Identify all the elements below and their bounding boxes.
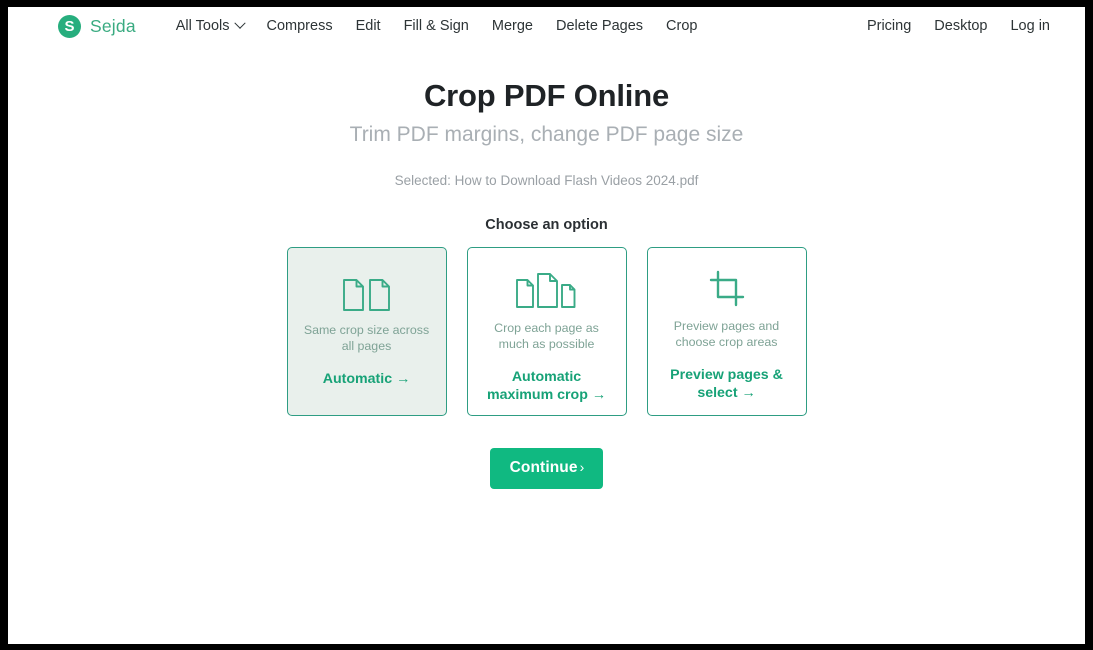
nav-item-edit-label: Edit <box>355 18 381 34</box>
option-card-preview-action-label: Preview pages & select <box>670 367 783 402</box>
nav-item-fill-and-sign-label: Fill & Sign <box>403 18 469 34</box>
option-card-automatic-maximum-crop[interactable]: Crop each page as much as possible Autom… <box>466 247 627 416</box>
nav-item-pricing[interactable]: Pricing <box>867 18 911 34</box>
nav-item-merge[interactable]: Merge <box>492 18 533 34</box>
nav-item-fill-and-sign[interactable]: Fill & Sign <box>404 18 469 34</box>
nav-item-all-tools-label: All Tools <box>175 18 230 34</box>
option-card-automatic-action-label: Automatic <box>322 371 393 387</box>
choose-option-heading: Choose an option <box>485 217 608 233</box>
nav-item-desktop[interactable]: Desktop <box>934 18 987 34</box>
nav-item-compress[interactable]: Compress <box>267 18 333 34</box>
arrow-right-icon: → <box>396 371 411 387</box>
nav-item-crop-label: Crop <box>666 18 698 34</box>
nav-item-merge-label: Merge <box>491 18 533 34</box>
sejda-logo[interactable]: S Sejda <box>58 14 136 38</box>
option-card-automatic-action: Automatic → <box>323 370 411 388</box>
browser-frame: S Sejda All Tools Compress Edit Fill & S… <box>0 0 1093 650</box>
nav-item-compress-label: Compress <box>266 18 333 34</box>
page-title: Crop PDF Online <box>423 78 669 113</box>
nav-item-crop[interactable]: Crop <box>666 18 697 34</box>
two-equal-documents-icon <box>341 270 393 312</box>
option-card-maximum-crop-action: Automatic maximum crop → <box>480 368 614 404</box>
arrow-right-icon: → <box>591 387 607 404</box>
nav-item-edit[interactable]: Edit <box>356 18 381 34</box>
sejda-logo-icon: S <box>58 14 81 38</box>
continue-section: Continue › <box>8 448 1085 489</box>
nav-item-pricing-label: Pricing <box>866 18 912 34</box>
three-varied-documents-icon <box>514 270 580 310</box>
option-card-maximum-crop-description: Crop each page as much as possible <box>494 321 599 351</box>
primary-nav: All Tools Compress Edit Fill & Sign Merg… <box>175 17 697 34</box>
chevron-right-icon: › <box>579 459 585 475</box>
nav-item-delete-pages-label: Delete Pages <box>555 18 644 34</box>
nav-item-delete-pages[interactable]: Delete Pages <box>556 18 643 34</box>
nav-item-login-label: Log in <box>1010 18 1050 34</box>
selected-file-label: Selected: How to Download Flash Videos 2… <box>394 173 699 188</box>
option-card-preview-action: Preview pages & select → <box>660 366 794 402</box>
option-card-automatic[interactable]: Same crop size across all pages Automati… <box>286 247 447 416</box>
option-card-automatic-description: Same crop size across all pages <box>303 323 430 353</box>
option-cards: Same crop size across all pages Automati… <box>8 247 1085 416</box>
option-card-preview-description: Preview pages and choose crop areas <box>673 319 780 349</box>
top-navigation-bar: S Sejda All Tools Compress Edit Fill & S… <box>8 7 1085 45</box>
chevron-down-icon <box>233 17 246 29</box>
nav-item-all-tools[interactable]: All Tools <box>175 17 246 34</box>
continue-button-label: Continue <box>509 459 578 476</box>
option-card-preview-and-select[interactable]: Preview pages and choose crop areas Prev… <box>646 247 807 416</box>
continue-button[interactable]: Continue › <box>489 448 604 489</box>
sejda-wordmark: Sejda <box>90 15 136 36</box>
option-card-maximum-crop-action-label: Automatic maximum crop <box>486 369 588 404</box>
page-root: S Sejda All Tools Compress Edit Fill & S… <box>8 7 1085 644</box>
hero-section: Crop PDF Online Trim PDF margins, change… <box>8 78 1085 188</box>
nav-item-desktop-label: Desktop <box>934 18 988 34</box>
arrow-right-icon: → <box>741 385 756 402</box>
crop-tool-icon <box>707 270 747 308</box>
nav-item-login[interactable]: Log in <box>1010 18 1050 34</box>
secondary-nav: Pricing Desktop Log in <box>867 18 1050 34</box>
page-subtitle: Trim PDF margins, change PDF page size <box>349 123 744 146</box>
